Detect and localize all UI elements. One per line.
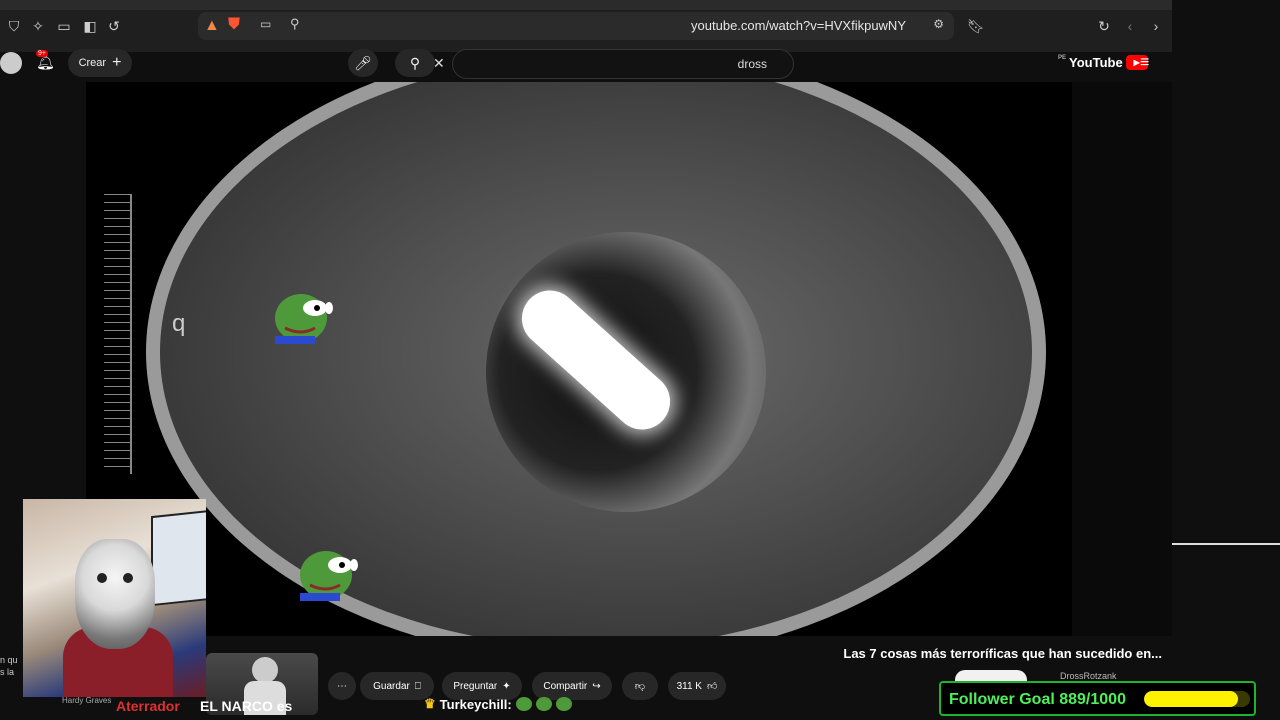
extensions-icon[interactable]: ✧ bbox=[28, 16, 48, 36]
like-button[interactable]: 311 K 👍︎ bbox=[668, 672, 726, 700]
plus-icon: + bbox=[112, 54, 122, 71]
thumbnail-person bbox=[252, 657, 278, 683]
follower-goal-widget: Follower Goal 889/1000 bbox=[939, 681, 1256, 716]
notification-badge: 9+ bbox=[36, 50, 48, 57]
country-code: PE bbox=[1058, 55, 1067, 61]
more-icon: ⋯ bbox=[337, 680, 347, 692]
dislike-button[interactable]: 👎︎ bbox=[622, 672, 658, 700]
tabs-icon[interactable]: ▭ bbox=[54, 16, 74, 36]
side-snippet-line: s la bbox=[0, 667, 15, 677]
sparkle-icon: ✦ bbox=[502, 680, 511, 692]
pepe-emote bbox=[515, 697, 532, 711]
mic-icon: 🎤︎ bbox=[354, 54, 372, 71]
zoom-icon[interactable]: ⚲ bbox=[290, 16, 300, 32]
url-text[interactable]: youtube.com/watch?v=HVXfikpuwNY bbox=[691, 18, 906, 33]
follower-goal-track bbox=[1144, 691, 1250, 707]
share-icon: ↪ bbox=[592, 680, 601, 692]
site-settings-icon[interactable]: ⚙ bbox=[933, 17, 944, 31]
follower-goal-label: Follower Goal 889/1000 bbox=[949, 691, 1126, 708]
browser-tab-strip bbox=[0, 0, 1172, 10]
ask-label: Preguntar bbox=[453, 680, 498, 692]
back-icon[interactable]: › bbox=[1146, 16, 1166, 36]
thumbs-down-icon: 👎︎ bbox=[634, 681, 646, 692]
recommended-channel: Hardy Graves bbox=[62, 696, 112, 705]
channel-name[interactable]: DrossRotzank bbox=[1060, 671, 1117, 681]
chat-message: ♛ Turkeychill: bbox=[424, 696, 572, 712]
recommended-title-accent[interactable]: Aterrador bbox=[116, 698, 180, 714]
bookmark-icon[interactable]: 🔖︎ bbox=[966, 16, 986, 36]
scan-side-label: p bbox=[172, 310, 186, 337]
kitten-eye bbox=[97, 573, 107, 583]
chat-user: Turkeychill: bbox=[439, 696, 512, 712]
clear-search-icon[interactable]: ✕ bbox=[433, 55, 445, 72]
scale-ruler bbox=[104, 194, 132, 474]
crown-icon: ♛ bbox=[424, 696, 436, 711]
save-button[interactable]: Guardar ⎕ bbox=[360, 672, 434, 700]
shield-icon[interactable]: ⛉ bbox=[4, 16, 24, 36]
laptop bbox=[151, 509, 206, 607]
pepe-emote bbox=[275, 294, 333, 344]
create-label: Crear bbox=[78, 57, 107, 69]
menu-icon[interactable]: ≡ bbox=[1140, 54, 1149, 72]
video-side-panel bbox=[1072, 82, 1172, 636]
voice-search-button[interactable]: 🎤︎ bbox=[348, 49, 378, 77]
kitten-eye bbox=[123, 573, 133, 583]
sidebar-icon[interactable]: ◧ bbox=[80, 16, 100, 36]
search-button[interactable]: ⚲ bbox=[395, 49, 435, 77]
pepe-emote bbox=[300, 551, 358, 601]
address-bar[interactable]: ▲ ⛊ ▭ ⚲ youtube.com/watch?v=HVXfikpuwNY … bbox=[198, 12, 954, 40]
video-player[interactable]: p bbox=[86, 82, 1072, 636]
more-actions-button[interactable]: ⋯ bbox=[328, 672, 356, 700]
reload-icon[interactable]: ↻ bbox=[1094, 16, 1114, 36]
stream-divider bbox=[1172, 543, 1280, 545]
webcam-overlay bbox=[23, 499, 206, 697]
save-label: Guardar bbox=[373, 680, 410, 692]
history-icon[interactable]: ↺ bbox=[104, 16, 124, 36]
bookmark-icon: ⎕ bbox=[414, 680, 421, 692]
recommended-title[interactable]: EL NARCO es bbox=[200, 698, 292, 714]
thumbs-up-icon: 👍︎ bbox=[706, 681, 718, 692]
video-title: Las 7 cosas más terroríficas que han suc… bbox=[843, 646, 1162, 661]
search-query: dross bbox=[737, 57, 767, 71]
pepe-emote bbox=[555, 697, 572, 711]
side-snippet: n qu s la bbox=[0, 654, 18, 678]
side-snippet-line: n qu bbox=[0, 655, 18, 665]
follower-goal-fill bbox=[1144, 691, 1239, 707]
kitten bbox=[75, 539, 155, 649]
share-label: Compartir bbox=[543, 680, 588, 692]
cast-icon[interactable]: ▭ bbox=[260, 17, 271, 31]
youtube-logo[interactable]: PE YouTube ▶ bbox=[1058, 55, 1148, 70]
search-input[interactable]: ⚲ ✕ dross bbox=[395, 49, 794, 79]
like-count: 311 K bbox=[676, 680, 702, 692]
brave-shield-icon[interactable]: ⛊ bbox=[228, 16, 240, 34]
forward-icon[interactable]: ‹ bbox=[1120, 16, 1140, 36]
avatar[interactable] bbox=[0, 52, 22, 74]
pepe-emote bbox=[535, 697, 552, 711]
create-button[interactable]: Crear + bbox=[68, 49, 132, 77]
brave-triangle-icon[interactable]: ▲ bbox=[204, 17, 220, 35]
search-icon: ⚲ bbox=[409, 54, 421, 71]
youtube-wordmark: YouTube bbox=[1069, 55, 1123, 70]
